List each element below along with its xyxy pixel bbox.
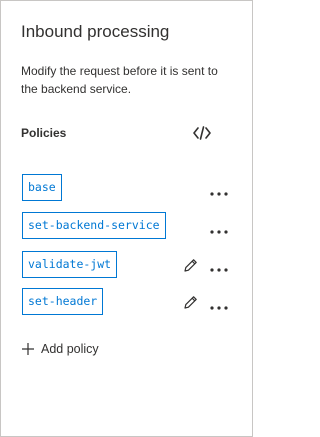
more-ellipsis-icon[interactable] xyxy=(208,301,230,315)
more-ellipsis-icon[interactable] xyxy=(208,187,230,201)
policies-header: Policies xyxy=(21,126,67,140)
add-policy-label: Add policy xyxy=(41,342,99,356)
code-view-icon[interactable] xyxy=(192,125,212,141)
add-policy-button[interactable]: Add policy xyxy=(21,340,99,358)
section-title: Inbound processing xyxy=(21,22,170,41)
more-ellipsis-icon[interactable] xyxy=(208,225,230,239)
more-ellipsis-icon[interactable] xyxy=(208,263,230,277)
policy-validate-jwt[interactable]: validate-jwt xyxy=(22,251,118,278)
inbound-processing-panel: Inbound processing Modify the request be… xyxy=(0,0,253,437)
policy-base[interactable]: base xyxy=(22,174,62,201)
policy-set-backend-service[interactable]: set-backend-service xyxy=(22,212,166,239)
section-description: Modify the request before it is sent to … xyxy=(21,64,218,96)
pencil-icon[interactable] xyxy=(182,294,199,311)
pencil-icon[interactable] xyxy=(182,257,199,274)
plus-icon xyxy=(21,342,35,356)
policy-set-header[interactable]: set-header xyxy=(22,288,104,315)
